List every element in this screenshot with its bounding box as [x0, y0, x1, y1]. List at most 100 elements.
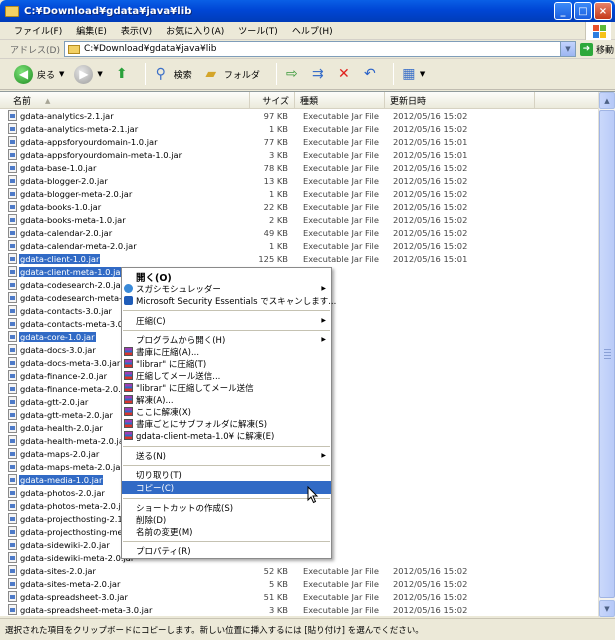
menu-extract[interactable]: 解凍(A)... — [122, 394, 331, 406]
table-row[interactable]: gdata-blogger-meta-2.0.jar 1 KB Executable… — [0, 187, 598, 200]
jar-file-icon — [8, 578, 17, 589]
menu-rename[interactable]: 名前の変更(M) — [122, 526, 331, 538]
file-size: 125 KB — [258, 253, 288, 264]
up-folder-icon[interactable]: ⬆ — [113, 65, 131, 83]
menu-mse-scan[interactable]: Microsoft Security Essentials でスキャンします..… — [122, 295, 336, 307]
folders-button[interactable]: ▰ フォルダ — [202, 65, 259, 83]
address-input[interactable]: C:¥Download¥gdata¥java¥lib ▼ — [63, 41, 576, 57]
delete-icon[interactable]: ✕ — [335, 65, 353, 83]
file-size: 52 KB — [263, 565, 288, 576]
minimize-button[interactable]: _ — [554, 2, 572, 20]
file-date: 2012/05/16 15:02 — [393, 123, 468, 134]
search-button[interactable]: ⚲ 検索 — [152, 65, 192, 83]
menu-add-archive[interactable]: 書庫に圧縮(A)... — [122, 346, 331, 358]
table-row[interactable]: gdata-books-1.0.jar 22 KB Executable Jar F… — [0, 200, 598, 213]
menu-file[interactable]: ファイル(F) — [14, 24, 62, 37]
file-date: 2012/05/16 15:02 — [393, 591, 468, 602]
file-name: gdata-core-1.0.jar — [19, 331, 96, 342]
file-name-cell: gdata-blogger-meta-2.0.jar — [0, 188, 250, 199]
scroll-down-icon[interactable]: ▼ — [599, 600, 615, 617]
table-row[interactable]: gdata-appsforyourdomain-1.0.jar 77 KB Exec… — [0, 135, 598, 148]
menu-copy[interactable]: コピー(C) — [122, 481, 331, 494]
scroll-thumb[interactable] — [599, 110, 615, 598]
column-size[interactable]: サイズ — [250, 92, 295, 109]
table-row[interactable]: gdata-spreadsheet-3.0.jar 51 KB Executable… — [0, 590, 598, 603]
jar-file-icon — [8, 487, 17, 498]
menu-shredder[interactable]: スガシモシュレッダー ▶ — [122, 283, 331, 295]
file-type: Executable Jar File — [303, 175, 379, 186]
title-bar[interactable]: C:¥Download¥gdata¥java¥lib _ □ × — [0, 0, 615, 22]
table-row[interactable]: gdata-appsforyourdomain-meta-1.0.jar 3 KB… — [0, 148, 598, 161]
back-button[interactable]: ◀ 戻る ▼ — [14, 64, 64, 84]
menu-add-rar[interactable]: "librar" に圧縮(T) — [122, 358, 331, 370]
undo-icon[interactable]: ↶ — [361, 65, 379, 83]
file-name: gdata-books-meta-1.0.jar — [20, 214, 126, 225]
menu-open[interactable]: 開く(O) — [122, 271, 331, 284]
chevron-down-icon[interactable]: ▼ — [97, 70, 102, 78]
folders-icon: ▰ — [205, 66, 217, 82]
table-row[interactable]: gdata-analytics-meta-2.1.jar 1 KB Executab… — [0, 122, 598, 135]
file-name: gdata-books-1.0.jar — [20, 201, 102, 212]
file-name-cell: gdata-blogger-2.0.jar — [0, 175, 250, 186]
jar-file-icon — [8, 409, 17, 420]
jar-file-icon — [8, 461, 17, 472]
jar-file-icon — [8, 162, 17, 173]
menu-compress[interactable]: 圧縮(C) ▶ — [122, 315, 331, 327]
column-size-label: サイズ — [262, 97, 289, 107]
table-row[interactable]: gdata-analytics-2.1.jar 97 KB Executable J… — [0, 109, 598, 122]
file-name: gdata-sidewiki-meta-2.0.jar — [20, 552, 135, 563]
table-row[interactable]: gdata-books-meta-1.0.jar 2 KB Executable J… — [0, 213, 598, 226]
column-name[interactable]: 名前 ▲ — [0, 92, 250, 109]
chevron-down-icon[interactable]: ▼ — [59, 70, 64, 78]
close-button[interactable]: × — [594, 2, 612, 20]
table-row[interactable]: gdata-calendar-meta-2.0.jar 1 KB Executabl… — [0, 239, 598, 252]
go-button[interactable]: ➜ 移動 — [579, 42, 614, 56]
file-name: gdata-blogger-2.0.jar — [20, 175, 108, 186]
menu-create-shortcut[interactable]: ショートカットの作成(S) — [122, 502, 331, 514]
chevron-down-icon[interactable]: ▼ — [420, 70, 425, 78]
menu-delete[interactable]: 削除(D) — [122, 514, 331, 526]
menu-compress-mail[interactable]: 圧縮してメール送信... — [122, 370, 331, 382]
scroll-up-icon[interactable]: ▲ — [599, 92, 615, 109]
column-date[interactable]: 更新日時 — [385, 92, 535, 109]
maximize-button[interactable]: □ — [574, 2, 592, 20]
menu-extract-to[interactable]: gdata-client-meta-1.0¥ に解凍(E) — [122, 430, 331, 442]
menu-help[interactable]: ヘルプ(H) — [292, 24, 333, 37]
forward-button[interactable]: ▶ ▼ — [74, 64, 103, 84]
menu-properties[interactable]: プロパティ(R) — [122, 545, 331, 557]
table-row[interactable]: gdata-blogger-2.0.jar 13 KB Executable Jar… — [0, 174, 598, 187]
table-row[interactable]: gdata-sites-meta-2.0.jar 5 KB Executable J… — [0, 577, 598, 590]
menu-favorites[interactable]: お気に入り(A) — [166, 24, 224, 37]
file-name: gdata-calendar-meta-2.0.jar — [20, 240, 137, 251]
menu-open-with[interactable]: プログラムから開く(H) ▶ — [122, 334, 331, 346]
copy-to-icon[interactable]: ⇉ — [309, 65, 327, 83]
table-row[interactable]: gdata-sites-2.0.jar 52 KB Executable Jar F… — [0, 564, 598, 577]
toolbar-separator — [275, 63, 277, 85]
winrar-icon — [124, 371, 133, 380]
vertical-scrollbar[interactable]: ▲ ▼ — [598, 92, 615, 617]
menu-send-to[interactable]: 送る(N) ▶ — [122, 450, 331, 462]
jar-file-icon — [8, 591, 17, 602]
menu-cut[interactable]: 切り取り(T) — [122, 469, 331, 481]
menu-extract-here-label: ここに解凍(X) — [136, 407, 191, 418]
menu-view[interactable]: 表示(V) — [121, 24, 152, 37]
jar-file-icon — [8, 149, 17, 160]
menu-compress-rar-mail[interactable]: "librar" に圧縮してメール送信 — [122, 382, 331, 394]
menu-extract-here[interactable]: ここに解凍(X) — [122, 406, 331, 418]
file-name: gdata-blogger-meta-2.0.jar — [20, 188, 133, 199]
table-row[interactable]: gdata-base-1.0.jar 78 KB Executable Jar Fi… — [0, 161, 598, 174]
table-row[interactable]: gdata-calendar-2.0.jar 49 KB Executable Ja… — [0, 226, 598, 239]
address-dropdown-icon[interactable]: ▼ — [559, 42, 575, 56]
file-name: gdata-base-1.0.jar — [20, 162, 97, 173]
menu-tools[interactable]: ツール(T) — [238, 24, 278, 37]
file-name: gdata-finance-meta-2.0.jar — [20, 383, 132, 394]
table-row[interactable]: gdata-spreadsheet-meta-3.0.jar 3 KB Execut… — [0, 603, 598, 616]
move-to-icon[interactable]: ⇨ — [283, 65, 301, 83]
column-type[interactable]: 種類 — [295, 92, 385, 109]
views-icon[interactable]: ▦ — [400, 65, 418, 83]
menu-extract-each[interactable]: 書庫ごとにサブフォルダに解凍(S) — [122, 418, 331, 430]
file-name: gdata-gtt-2.0.jar — [20, 396, 89, 407]
table-row[interactable]: gdata-client-1.0.jar 125 KB Executable Jar… — [0, 252, 598, 265]
menu-edit[interactable]: 編集(E) — [76, 24, 107, 37]
file-name: gdata-contacts-3.0.jar — [20, 305, 112, 316]
